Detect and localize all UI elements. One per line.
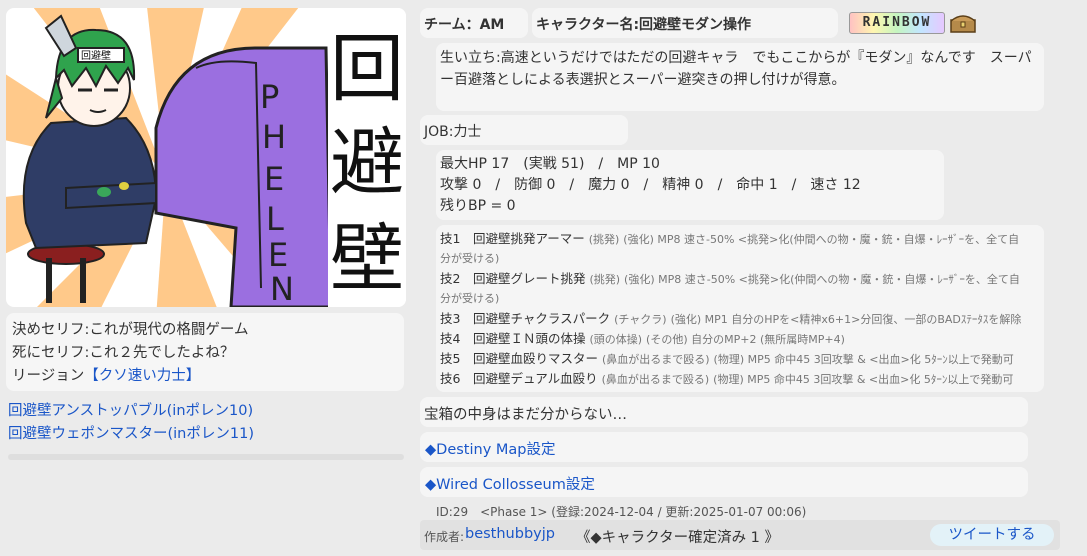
treasure-chest-icon bbox=[950, 13, 976, 33]
bio-text: 生い立ち:高速というだけではただの回避キャラ でもここからが『モダン』なんです … bbox=[440, 50, 1032, 88]
portrait-illustration: P H E L E N 回 避 壁 回避壁 bbox=[6, 8, 406, 307]
stats-hp-mp: 最大HP 17 (実戦 51) / MP 10 bbox=[440, 156, 660, 172]
character-name: キャラクター名:回避壁モダン操作 bbox=[536, 17, 752, 33]
phelen-letter: E bbox=[264, 160, 284, 198]
job-box: JOB:力士 bbox=[420, 115, 628, 145]
kanji-glyph: 壁 bbox=[330, 216, 404, 302]
destiny-map-link[interactable]: ◆Destiny Map設定 bbox=[425, 438, 556, 459]
region-link[interactable]: 【クソ速い力士】 bbox=[84, 368, 200, 384]
destiny-map-box: ◆Destiny Map設定 bbox=[420, 432, 1028, 462]
region-label: リージョン bbox=[12, 368, 85, 384]
win-quote: 決めセリフ:これが現代の格闘ゲーム bbox=[12, 322, 249, 338]
region-row: リージョン【クソ速い力士】 bbox=[12, 365, 248, 388]
skill-row: 技3 回避壁チャクラスパーク (チャクラ) (強化) MP1 自分のHPを<精神… bbox=[440, 311, 1022, 326]
treasure-text: 宝箱の中身はまだ分からない… bbox=[424, 407, 627, 423]
phelen-letter: H bbox=[262, 118, 286, 156]
treasure-box: 宝箱の中身はまだ分からない… bbox=[420, 397, 1028, 427]
skill-row: 技4 回避壁ＩＮ頭の体操 (頭の体操) (その他) 自分のMP+2 (無所属時M… bbox=[440, 331, 845, 346]
skill-row: 技5 回避壁血殴りマスター (鼻血が出るまで殴る) (物理) MP5 命中45 … bbox=[440, 351, 1014, 366]
character-portrait: P H E L E N 回 避 壁 回避壁 bbox=[6, 8, 406, 307]
character-figure: 回避壁 bbox=[22, 14, 158, 250]
left-divider bbox=[8, 454, 404, 460]
skills-list: 技1 回避壁挑発アーマー (挑発) (強化) MP8 速さ-50% <挑発>化(… bbox=[440, 229, 1040, 389]
stats-remaining-bp: 残りBP = 0 bbox=[440, 198, 516, 214]
meta-id-line: ID:29 <Phase 1> (登録:2024-12-04 / 更新:2025… bbox=[436, 505, 807, 519]
stats-box: 最大HP 17 (実戦 51) / MP 10 攻撃 0 / 防御 0 / 魔力… bbox=[436, 150, 944, 220]
job-text: JOB:力士 bbox=[424, 124, 482, 140]
stats-block: 最大HP 17 (実戦 51) / MP 10 攻撃 0 / 防御 0 / 魔力… bbox=[440, 154, 861, 217]
kanji-glyph: 回 bbox=[330, 26, 404, 112]
wired-colosseum-box: ◆Wired Collosseum設定 bbox=[420, 467, 1028, 497]
character-name-box: キャラクター名:回避壁モダン操作 bbox=[532, 8, 838, 38]
skills-box: 技1 回避壁挑発アーマー (挑発) (強化) MP8 速さ-50% <挑発>化(… bbox=[436, 225, 1044, 392]
wired-colosseum-link[interactable]: ◆Wired Collosseum設定 bbox=[425, 473, 595, 494]
skill-row-wrap: 分が受ける) bbox=[440, 292, 500, 305]
author-label: 作成者: bbox=[424, 530, 465, 544]
related-link[interactable]: 回避壁アンストッパブル(inポレン10) bbox=[8, 403, 253, 419]
phelen-letter: P bbox=[260, 78, 279, 116]
kanji-glyph: 避 bbox=[330, 120, 404, 206]
skill-row: 技1 回避壁挑発アーマー (挑発) (強化) MP8 速さ-50% <挑発>化(… bbox=[440, 231, 1020, 246]
character-status: 《◆キャラクター確定済み 1 》 bbox=[576, 530, 780, 546]
phelen-letter: E bbox=[268, 236, 288, 274]
team-label: チーム：AM bbox=[424, 17, 505, 33]
author-link[interactable]: besthubbyjp bbox=[465, 526, 555, 542]
team-box: チーム：AM bbox=[420, 8, 528, 38]
skill-row-wrap: 分が受ける) bbox=[440, 252, 500, 265]
kanji-title: 回 避 壁 bbox=[330, 26, 404, 302]
rainbow-rank-badge: RAINBOW bbox=[849, 12, 945, 34]
related-link[interactable]: 回避壁ウェポンマスター(inポレン11) bbox=[8, 426, 254, 442]
phelen-letter: N bbox=[270, 270, 294, 307]
quotes-block: 決めセリフ:これが現代の格闘ゲーム 死にセリフ:これ２先でしたよね？ リージョン… bbox=[12, 319, 248, 388]
phelen-letter: L bbox=[266, 200, 284, 238]
skill-row: 技2 回避壁グレート挑発 (挑発) (強化) MP8 速さ-50% <挑発>化(… bbox=[440, 271, 1020, 286]
quotes-card: 決めセリフ:これが現代の格闘ゲーム 死にセリフ:これ２先でしたよね？ リージョン… bbox=[6, 313, 404, 391]
stats-attributes: 攻撃 0 / 防御 0 / 魔力 0 / 精神 0 / 命中 1 / 速さ 12 bbox=[440, 177, 861, 193]
headband-text: 回避壁 bbox=[81, 49, 111, 62]
related-character-links: 回避壁アンストッパブル(inポレン10) 回避壁ウェポンマスター(inポレン11… bbox=[8, 400, 254, 446]
tweet-button[interactable]: ツイートする bbox=[930, 524, 1054, 546]
rank-badge-label: RAINBOW bbox=[862, 15, 932, 30]
skill-row: 技6 回避壁デュアル血殴り (鼻血が出るまで殴る) (物理) MP5 命中45 … bbox=[440, 371, 1014, 386]
bio-box: 生い立ち:高速というだけではただの回避キャラ でもここからが『モダン』なんです … bbox=[436, 43, 1044, 111]
footer-bar: 作成者: besthubbyjp 《◆キャラクター確定済み 1 》 ツイートする bbox=[420, 520, 1060, 550]
death-quote: 死にセリフ:これ２先でしたよね？ bbox=[12, 345, 235, 361]
